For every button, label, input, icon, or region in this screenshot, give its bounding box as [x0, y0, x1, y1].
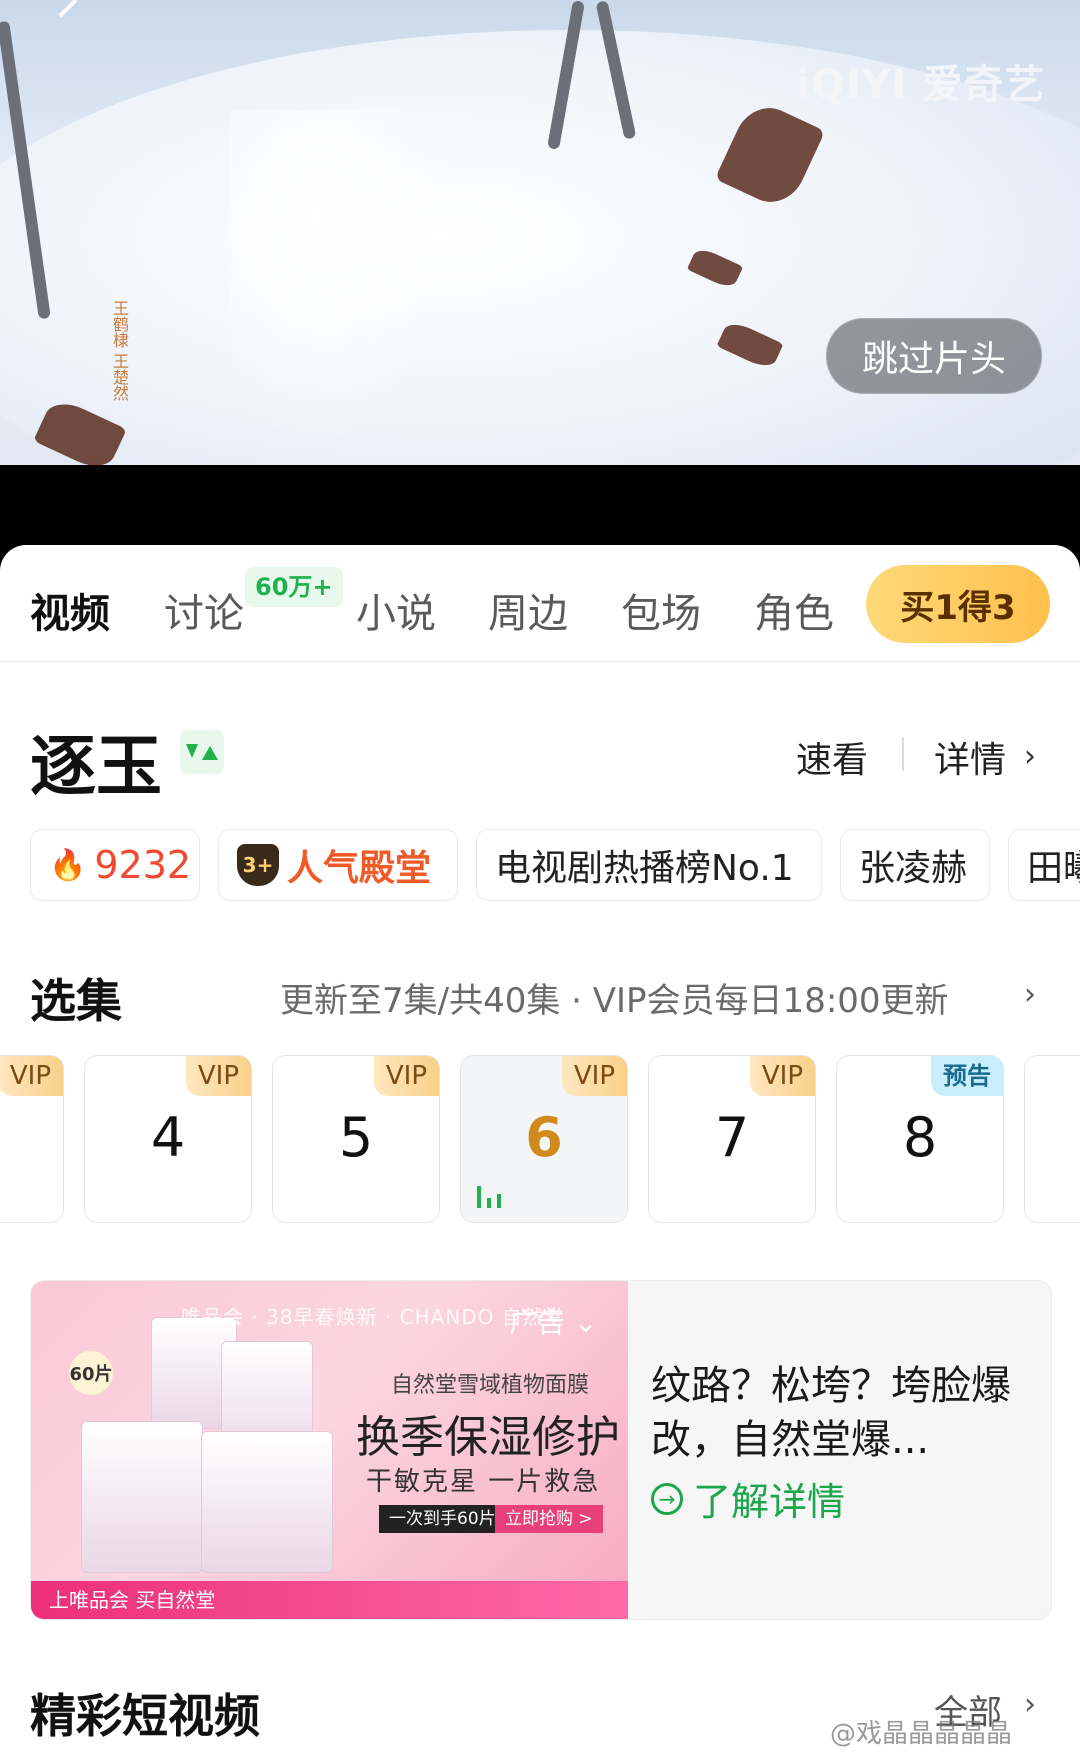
- episode-number: 7: [714, 1106, 750, 1169]
- video-player[interactable]: iQIYI 爱奇艺 王鹤棣 王楚然 跳过片头: [0, 0, 1080, 465]
- chevron-down-icon: ⌄: [565, 1306, 598, 1339]
- back-icon[interactable]: [46, 0, 86, 28]
- heat-tag[interactable]: 🔥 9232: [30, 829, 200, 901]
- watermark: @戏晶晶晶晶晶: [830, 1719, 1013, 1749]
- episode-card-current[interactable]: 6 VIP: [460, 1055, 628, 1223]
- popularity-hall-label: 人气殿堂: [287, 848, 432, 889]
- iqiyi-logo: iQIYI 爱奇艺: [796, 62, 1046, 108]
- episode-card[interactable]: VIP: [0, 1055, 64, 1223]
- episode-card[interactable]: 7 VIP: [648, 1055, 816, 1223]
- details-link[interactable]: 详情: [934, 731, 1006, 783]
- actor-tag[interactable]: 张凌赫: [840, 829, 990, 901]
- discussion-count-badge: 60万+: [245, 567, 343, 607]
- vip-badge: VIP: [0, 1056, 63, 1096]
- ad-label[interactable]: 广告 ⌄: [509, 1301, 597, 1341]
- ad-bottom-banner: 上唯品会 买自然堂: [31, 1581, 628, 1619]
- tab-video[interactable]: 视频: [30, 581, 110, 639]
- ad-label-text: 广告: [509, 1306, 566, 1339]
- ad-brand-line: 唯品会 · 38早春焕新 · CHANDO 自然堂: [181, 1305, 565, 1329]
- episodes-update-info[interactable]: 更新至7集/共40集 · VIP会员每日18:00更新: [280, 973, 949, 1022]
- episode-number: 5: [338, 1106, 374, 1169]
- episode-card[interactable]: [1024, 1055, 1080, 1223]
- content-panel: 视频 讨论 60万+ 小说 周边 包场 角色 买1得3 逐玉 速看 详情 › 🔥…: [0, 545, 1080, 1756]
- opening-credits: 王鹤棣 王楚然: [110, 300, 129, 402]
- ranking-tag[interactable]: 电视剧热播榜No.1: [476, 829, 822, 901]
- preview-badge: 预告: [931, 1056, 1003, 1096]
- episode-card[interactable]: 8 预告: [836, 1055, 1004, 1223]
- tab-merch[interactable]: 周边: [488, 581, 568, 639]
- product-box: [201, 1431, 333, 1573]
- buy-promo-button[interactable]: 买1得3: [866, 565, 1050, 643]
- arrow-right-circle-icon: →: [651, 1482, 683, 1515]
- short-videos-title: 精彩短视频: [30, 1689, 260, 1743]
- ad-subtitle: 自然堂雪域植物面膜: [391, 1373, 590, 1398]
- episode-number: 6: [525, 1106, 563, 1169]
- tab-novel[interactable]: 小说: [356, 581, 436, 639]
- learn-more-label: 了解详情: [693, 1480, 846, 1524]
- popularity-hall-tag[interactable]: 3+ 人气殿堂: [218, 829, 458, 901]
- learn-more-link[interactable]: → 了解详情: [651, 1471, 845, 1526]
- episode-card[interactable]: 5 VIP: [272, 1055, 440, 1223]
- ad-title[interactable]: 纹路？松垮？垮脸爆改，自然堂爆...: [651, 1359, 1021, 1467]
- count-badge: 60片: [69, 1351, 113, 1395]
- flame-icon: 🔥: [49, 847, 87, 883]
- tab-characters[interactable]: 角色: [754, 581, 834, 639]
- actor-tag[interactable]: 田曦: [1008, 829, 1080, 901]
- crown-badge-icon: 3+: [237, 844, 279, 886]
- divider: [902, 737, 904, 771]
- episode-card[interactable]: 4 VIP: [84, 1055, 252, 1223]
- vip-badge: VIP: [749, 1056, 815, 1096]
- tab-private-screening[interactable]: 包场: [621, 581, 701, 639]
- rating-trend-icon: [180, 730, 224, 774]
- now-playing-icon: [477, 1186, 501, 1208]
- tab-bar: 视频 讨论 60万+ 小说 周边 包场 角色 买1得3: [0, 545, 1080, 662]
- snow-splash: [230, 110, 450, 450]
- ad-headline: 换季保湿修护: [356, 1412, 620, 1463]
- ad-offer: 一次到手60片: [379, 1505, 506, 1533]
- episodes-title: 选集: [30, 974, 122, 1028]
- product-box: [81, 1421, 203, 1573]
- chevron-right-icon: ›: [1024, 977, 1036, 1012]
- episode-number: 8: [902, 1106, 938, 1169]
- ad-image[interactable]: 60片 唯品会 · 38早春焕新 · CHANDO 自然堂 广告 ⌄ 自然堂雪域…: [31, 1281, 628, 1619]
- chevron-right-icon: ›: [1024, 1687, 1036, 1722]
- vip-badge: VIP: [561, 1056, 627, 1096]
- ad-card[interactable]: 60片 唯品会 · 38早春焕新 · CHANDO 自然堂 广告 ⌄ 自然堂雪域…: [30, 1280, 1052, 1620]
- quick-watch-link[interactable]: 速看: [796, 731, 868, 783]
- episode-number: 4: [150, 1106, 186, 1169]
- skip-intro-button[interactable]: 跳过片头: [826, 318, 1042, 394]
- chevron-right-icon: ›: [1024, 739, 1036, 774]
- vip-badge: VIP: [185, 1056, 251, 1096]
- tab-discussion[interactable]: 讨论: [164, 581, 244, 639]
- show-title: 逐玉: [30, 728, 162, 805]
- ad-slogan: 干敏克星 一片救急: [366, 1467, 601, 1497]
- heat-value: 9232: [94, 843, 192, 887]
- ad-buy-button[interactable]: 立即抢购 >: [495, 1505, 603, 1533]
- vip-badge: VIP: [373, 1056, 439, 1096]
